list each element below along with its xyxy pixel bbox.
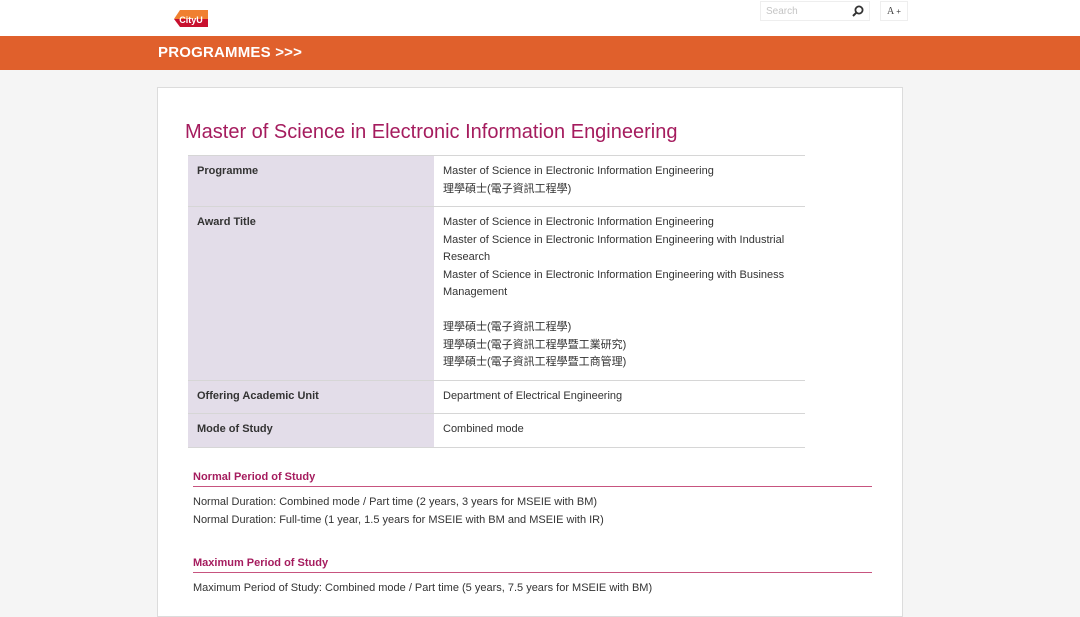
programme-details-table: Programme Master of Science in Electronic… [188,155,805,448]
details-value-line: Management [443,286,508,298]
programme-card: Master of Science in Electronic Informat… [157,87,903,617]
section-banner: PROGRAMMES >>> [0,36,1080,70]
details-label: Mode of Study [188,413,434,448]
details-label: Programme [188,155,434,207]
details-value-line: Combined mode [443,423,524,435]
normal-period-heading: Normal Period of Study [193,471,872,487]
details-row: Award Title Master of Science in Electron… [188,206,805,380]
details-value-line [443,302,797,320]
font-size-plus: + [896,6,901,16]
font-size-button[interactable]: A + [880,1,908,21]
normal-period-text: Normal Duration: Combined mode / Part ti… [193,494,604,529]
maximum-period-line: Maximum Period of Study: Combined mode /… [193,582,653,594]
details-value-line: 理學碩士(電子資訊工程學暨工業研究) [443,338,627,351]
logo-text: CityU [179,15,203,25]
maximum-period-text: Maximum Period of Study: Combined mode /… [193,580,652,598]
details-value: Master of Science in Electronic Informat… [434,206,805,380]
search-input[interactable] [761,3,850,19]
details-value: Combined mode [434,413,805,448]
section-title[interactable]: PROGRAMMES >>> [158,44,302,61]
details-value-line: Master of Science in Electronic Informat… [443,233,785,246]
details-value-line: 理學碩士(電子資訊工程學) [443,321,572,333]
details-value-line: 理學碩士(電子資訊工程學) [443,182,572,195]
normal-period-line: Normal Duration: Combined mode / Part ti… [193,496,598,508]
details-value-line: Master of Science in Electronic Informat… [443,216,714,228]
details-label: Offering Academic Unit [188,379,434,414]
details-row: Programme Master of Science in Electronic… [188,155,805,207]
details-row: Offering Academic Unit Department of Elec… [188,379,805,414]
details-row: Mode of Study Combined mode [188,413,805,448]
details-value: Department of Electrical Engineering [434,379,805,414]
details-value-line: Master of Science in Electronic Informat… [443,268,785,281]
search-button[interactable] [851,4,865,18]
page-title: Master of Science in Electronic Informat… [185,121,678,143]
search-icon [852,5,864,17]
font-size-label: A [887,5,895,17]
details-value-line: Research [443,251,491,263]
maximum-period-heading: Maximum Period of Study [193,557,872,573]
normal-period-line: Normal Duration: Full-time (1 year, 1.5 … [193,513,604,526]
details-value-line: Department of Electrical Engineering [443,389,623,402]
details-value: Master of Science in Electronic Informat… [434,155,805,207]
search-box [760,1,870,21]
details-value-line: 理學碩士(電子資訊工程學暨工商管理) [443,356,627,368]
top-bar: CityU A + [0,0,1080,36]
details-label: Award Title [188,206,434,380]
details-value-line: Master of Science in Electronic Informat… [443,165,714,177]
cityu-logo[interactable]: CityU [172,7,212,29]
